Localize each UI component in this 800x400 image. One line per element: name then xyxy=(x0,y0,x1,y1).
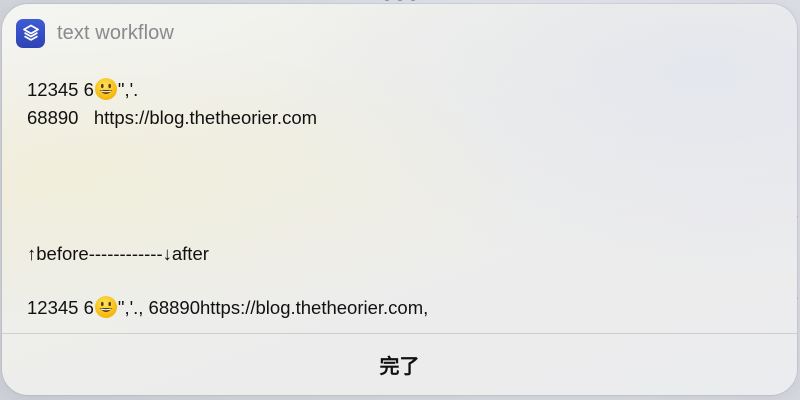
done-button[interactable]: 完了 xyxy=(2,334,797,395)
output-line: 12345 6 ",'., 68890https://blog.thetheori… xyxy=(27,294,777,322)
smiley-emoji-icon xyxy=(94,77,118,101)
panel-header: text workflow xyxy=(16,18,174,48)
output-line: 12345 6 ",'. xyxy=(27,76,777,104)
output-text-segment: ",'., 68890https://blog.thetheorier.com, xyxy=(117,297,429,318)
output-text: 12345 6 ",'. 68890 https://blog.thetheori… xyxy=(27,76,777,322)
before-after-separator: ↑before------------↓after xyxy=(27,243,209,264)
window-handle-dots xyxy=(383,0,417,1)
smiley-emoji-icon xyxy=(94,295,118,319)
output-text-segment: 12345 6 xyxy=(27,297,94,318)
shortcuts-app-icon xyxy=(16,18,45,48)
output-line: 68890 https://blog.thetheorier.com xyxy=(27,107,318,128)
result-panel: text workflow 12345 6 ",'. 68890 https://… xyxy=(2,4,797,395)
app-title: text workflow xyxy=(57,21,174,44)
output-text-segment: 12345 6 xyxy=(27,79,94,100)
output-text-segment: ",'. xyxy=(117,79,139,100)
